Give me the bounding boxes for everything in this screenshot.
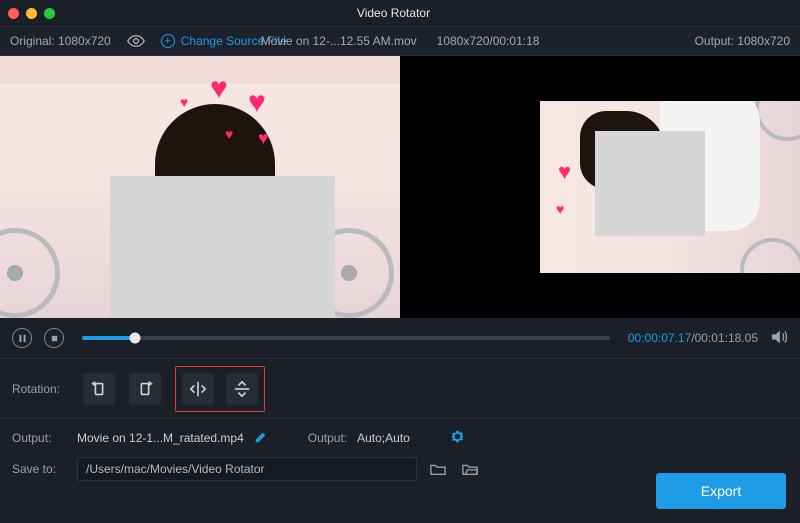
- output-settings-icon[interactable]: [450, 429, 465, 447]
- total-time: /00:01:18.05: [691, 331, 758, 345]
- timeline-knob[interactable]: [129, 333, 140, 344]
- stop-button[interactable]: [44, 328, 64, 348]
- save-path-input[interactable]: /Users/mac/Movies/Video Rotator: [77, 457, 417, 481]
- preview-strip: ♥ ♥ ♥ ♥ ♥ ♥ ♥: [0, 56, 800, 318]
- export-button[interactable]: Export: [656, 473, 786, 509]
- save-path-value: /Users/mac/Movies/Video Rotator: [86, 462, 265, 476]
- time-readout: 00:00:07.17/00:01:18.05: [628, 331, 758, 345]
- rotate-cw-button[interactable]: [129, 373, 161, 405]
- export-row: Export: [656, 473, 786, 509]
- rotate-ccw-button[interactable]: [83, 373, 115, 405]
- output-resolution-label: Output: 1080x720: [695, 34, 790, 48]
- output-file-label: Output:: [12, 431, 67, 445]
- open-folder-icon[interactable]: [459, 458, 481, 480]
- output-format-label: Output:: [308, 431, 347, 445]
- playback-bar: 00:00:07.17/00:01:18.05: [0, 318, 800, 358]
- preview-gap: [400, 56, 505, 318]
- preview-eye-icon[interactable]: [127, 34, 145, 48]
- output-format-value: Auto;Auto: [357, 431, 410, 445]
- plus-circle-icon: +: [161, 34, 175, 48]
- traffic-lights: [8, 8, 55, 19]
- edit-filename-icon[interactable]: [254, 430, 268, 447]
- browse-folder-icon[interactable]: [427, 458, 449, 480]
- flip-horizontal-button[interactable]: [182, 373, 214, 405]
- output-file-row: Output: Movie on 12-1...M_ratated.mp4 Ou…: [12, 429, 788, 447]
- source-filename: Movie on 12-...12.55 AM.mov: [261, 34, 417, 48]
- info-bar-center: Movie on 12-...12.55 AM.mov 1080x720/00:…: [261, 34, 540, 48]
- rotation-row: Rotation:: [0, 358, 800, 418]
- titlebar: Video Rotator: [0, 0, 800, 26]
- pause-button[interactable]: [12, 328, 32, 348]
- original-preview: ♥ ♥ ♥ ♥ ♥: [0, 56, 400, 318]
- rotated-preview: ♥ ♥: [540, 56, 800, 318]
- current-time: 00:00:07.17: [628, 331, 691, 345]
- output-file-name: Movie on 12-1...M_ratated.mp4: [77, 431, 244, 445]
- info-bar: Original: 1080x720 + Change Source File …: [0, 26, 800, 56]
- save-to-label: Save to:: [12, 462, 67, 476]
- close-window-button[interactable]: [8, 8, 19, 19]
- rotation-label: Rotation:: [12, 382, 69, 396]
- original-resolution-label: Original: 1080x720: [10, 34, 111, 48]
- maximize-window-button[interactable]: [44, 8, 55, 19]
- window-title: Video Rotator: [55, 6, 732, 20]
- timeline-slider[interactable]: [82, 336, 610, 340]
- volume-icon[interactable]: [770, 329, 788, 348]
- preview-gap-2: [505, 56, 540, 318]
- flip-vertical-button[interactable]: [226, 373, 258, 405]
- minimize-window-button[interactable]: [26, 8, 37, 19]
- source-meta: 1080x720/00:01:18: [437, 34, 540, 48]
- flip-buttons-highlight: [175, 366, 265, 412]
